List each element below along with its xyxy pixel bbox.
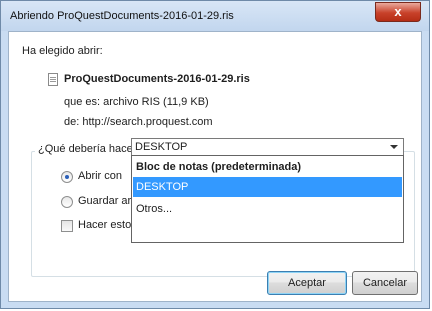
auto-action-checkbox[interactable] [61,220,73,232]
document-icon [48,73,58,86]
application-select-value: DESKTOP [135,141,188,153]
open-with-radio[interactable] [61,171,73,183]
cancel-button[interactable]: Cancelar [352,271,418,295]
file-source: de: http://search.proquest.com [64,116,213,128]
save-file-radio[interactable] [61,196,73,208]
title-bar[interactable]: Abriendo ProQuestDocuments-2016-01-29.ri… [1,1,429,31]
dropdown-item-notepad[interactable]: Bloc de notas (predeterminada) [133,157,402,177]
save-file-label[interactable]: Guardar arc [78,195,137,207]
dialog-window: Abriendo ProQuestDocuments-2016-01-29.ri… [0,0,430,309]
dropdown-item-desktop[interactable]: DESKTOP [133,177,402,197]
dropdown-item-others[interactable]: Otros... [133,199,402,219]
auto-action-label[interactable]: Hacer esto [78,219,131,231]
window-title: Abriendo ProQuestDocuments-2016-01-29.ri… [10,10,234,22]
close-button[interactable]: x [375,2,421,22]
application-select[interactable]: DESKTOP [131,138,404,156]
accept-button[interactable]: Aceptar [267,271,347,295]
open-with-label-text: Abrir con [78,170,123,182]
file-type: que es: archivo RIS (11,9 KB) [64,96,209,108]
intro-label: Ha elegido abrir: [22,45,103,57]
close-icon: x [394,4,402,19]
chevron-down-icon[interactable] [390,145,398,149]
file-name: ProQuestDocuments-2016-01-29.ris [64,73,250,85]
dialog-body: Ha elegido abrir: ProQuestDocuments-2016… [8,31,422,302]
open-with-label[interactable]: Abrir con [78,170,122,182]
application-dropdown-list: Bloc de notas (predeterminada) DESKTOP O… [131,155,404,243]
